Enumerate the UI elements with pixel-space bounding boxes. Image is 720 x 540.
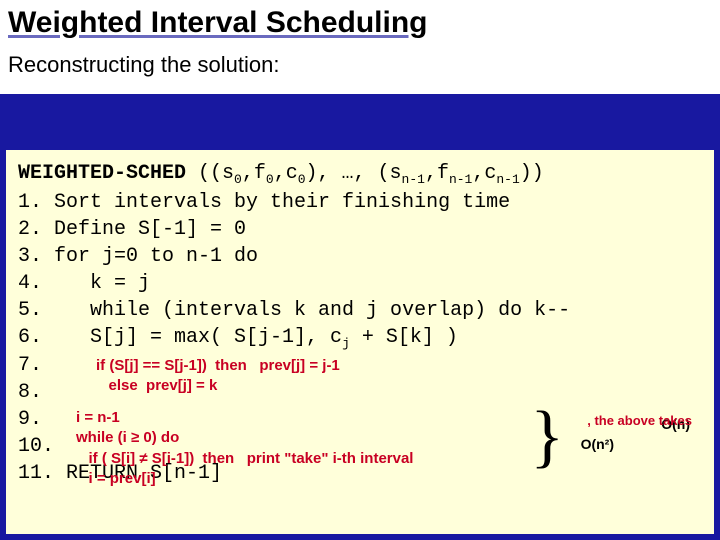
- note-above: , the above takes: [587, 412, 692, 430]
- code-line-1: 1. Sort intervals by their finishing tim…: [18, 189, 702, 216]
- code-line-2: 2. Define S[-1] = 0: [18, 216, 702, 243]
- slide-title: Weighted Interval Scheduling: [8, 4, 712, 44]
- handwritten-prev: if (S[j] == S[j-1]) then prev[j] = j-1 e…: [96, 356, 340, 397]
- code-line-6: 6. S[j] = max( S[j-1], cj + S[k] ): [18, 324, 702, 353]
- handwritten-output: i = n-1 while (i ≥ 0) do if ( S[i] ≠ S[i…: [76, 408, 413, 489]
- hw-if-line: if (S[j] == S[j-1]) then prev[j] = j-1: [96, 356, 340, 376]
- func-name: WEIGHTED-SCHED: [18, 162, 186, 185]
- header-area: Weighted Interval Scheduling Reconstruct…: [0, 0, 720, 94]
- code-box: WEIGHTED-SCHED ((s0,f0,c0), …, (sn-1,fn-…: [6, 150, 714, 534]
- hw-init-line: i = n-1: [76, 408, 413, 428]
- hw-else-line: else prev[j] = k: [96, 376, 340, 396]
- hw-cond-line: if ( S[i] ≠ S[i-1]) then print "take" i-…: [76, 449, 413, 469]
- note-on2: O(n²): [581, 435, 614, 454]
- code-line-4: 4. k = j: [18, 270, 702, 297]
- right-brace-icon: }: [530, 402, 564, 472]
- code-line-3: 3. for j=0 to n-1 do: [18, 243, 702, 270]
- code-signature: WEIGHTED-SCHED ((s0,f0,c0), …, (sn-1,fn-…: [18, 160, 702, 189]
- slide: Weighted Interval Scheduling Reconstruct…: [0, 0, 720, 540]
- code-line-5: 5. while (intervals k and j overlap) do …: [18, 297, 702, 324]
- hw-step-line: i = prev[i]: [76, 469, 413, 489]
- slide-subtitle: Reconstructing the solution:: [8, 52, 712, 78]
- hw-while-line: while (i ≥ 0) do: [76, 428, 413, 448]
